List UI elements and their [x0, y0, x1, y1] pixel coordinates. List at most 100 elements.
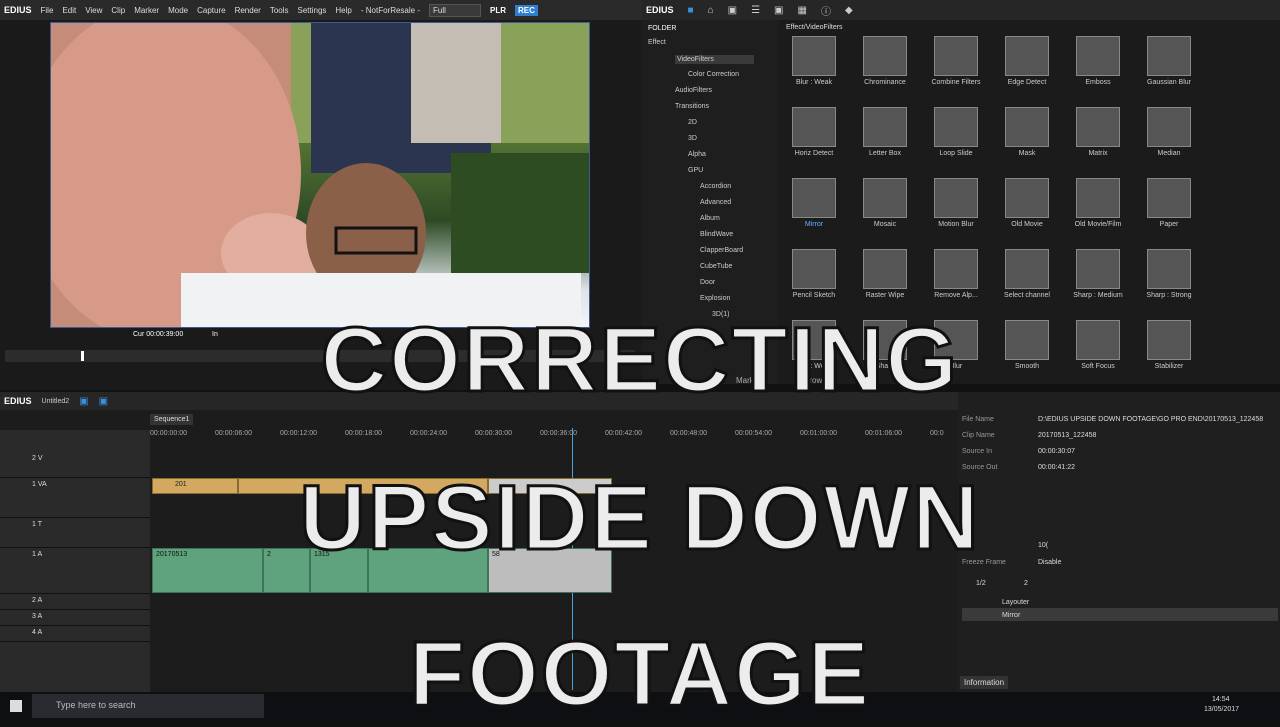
new-bin-icon[interactable]: ▣: [728, 5, 737, 16]
folder-item[interactable]: AudioFilters: [675, 87, 712, 94]
effect-thumbnail[interactable]: [1076, 107, 1120, 147]
folder-item[interactable]: Accordion: [700, 183, 731, 190]
info-value: 20170513_122458: [1038, 432, 1097, 439]
effect-label: Median: [1157, 150, 1181, 157]
menu-marker[interactable]: Marker: [134, 6, 159, 15]
effect-label: Emboss: [1085, 79, 1111, 86]
timeline-ruler[interactable]: 00:00:00:00 00:00:06:00 00:00:12:00 00:00:1…: [150, 428, 950, 442]
folder-item[interactable]: Advanced: [700, 199, 731, 206]
menu-edit[interactable]: Edit: [62, 6, 76, 15]
effect-thumbnail[interactable]: [792, 178, 836, 218]
home-icon[interactable]: ⌂: [708, 5, 714, 16]
effect-thumbnail[interactable]: [863, 178, 907, 218]
effect-thumbnail[interactable]: [1076, 36, 1120, 76]
effect-thumbnail[interactable]: [863, 249, 907, 289]
menu-mode[interactable]: Mode: [168, 6, 188, 15]
effect-thumbnail[interactable]: [934, 249, 978, 289]
menu-clip[interactable]: Clip: [111, 6, 125, 15]
menu-capture[interactable]: Capture: [197, 6, 225, 15]
menu-bar: EDIUS File Edit View Clip Marker Mode Capture R…: [0, 0, 642, 20]
overlay-line-1: CORRECTING: [319, 308, 960, 413]
effect-thumbnail[interactable]: [1005, 178, 1049, 218]
effect-label: Sharp : Strong: [1146, 292, 1192, 299]
effect-thumbnail[interactable]: [1076, 178, 1120, 218]
effect-label: Horiz Detect: [794, 150, 834, 157]
filter-count-2: 2: [1024, 580, 1028, 587]
effect-thumbnail[interactable]: [792, 249, 836, 289]
menu-help[interactable]: Help: [335, 6, 351, 15]
folder-item[interactable]: Color Correction: [688, 71, 739, 78]
effect-thumbnail[interactable]: [863, 36, 907, 76]
effect-thumbnail[interactable]: [863, 107, 907, 147]
effect-thumbnail[interactable]: [934, 36, 978, 76]
menu-file[interactable]: File: [41, 6, 54, 15]
track-header[interactable]: 2 A: [0, 594, 150, 610]
quality-dropdown[interactable]: Full: [428, 3, 481, 17]
folder-item[interactable]: GPU: [688, 167, 703, 174]
trash-icon[interactable]: ▣: [774, 5, 783, 16]
ruler-tick: 00:00:18:00: [345, 430, 382, 437]
folder-item[interactable]: CubeTube: [700, 263, 732, 270]
folder-item[interactable]: 3D: [688, 135, 697, 142]
info-key: File Name: [962, 416, 994, 423]
folder-item[interactable]: Effect: [648, 39, 666, 46]
folder-item[interactable]: Explosion: [700, 295, 730, 302]
menu-tools[interactable]: Tools: [270, 6, 289, 15]
info-value: 00:00:30:07: [1038, 448, 1075, 455]
menu-view[interactable]: View: [85, 6, 102, 15]
effect-label: Mosaic: [873, 221, 897, 228]
effect-label: Motion Blur: [938, 221, 974, 228]
ruler-tick: 00:00:48:00: [670, 430, 707, 437]
effect-label: Mask: [1018, 150, 1036, 157]
effect-thumbnail[interactable]: [1005, 36, 1049, 76]
info-key: Source In: [962, 448, 992, 455]
folder-item[interactable]: Door: [700, 279, 715, 286]
effect-thumbnail[interactable]: [1005, 107, 1049, 147]
info-icon[interactable]: ⓘ: [821, 3, 831, 18]
effect-thumbnail[interactable]: [934, 178, 978, 218]
effect-label: Old Movie: [1011, 221, 1043, 228]
folder-item[interactable]: Album: [700, 215, 720, 222]
effect-thumbnail[interactable]: [1147, 36, 1191, 76]
effect-label: Old Movie/Film: [1074, 221, 1122, 228]
folder-icon[interactable]: ■: [688, 5, 694, 16]
effect-label: Mirror: [804, 221, 824, 228]
overlay-line-2: UPSIDE DOWN: [298, 466, 981, 571]
effect-thumbnail[interactable]: [1005, 249, 1049, 289]
filter-count: 1/2: [976, 580, 986, 587]
grid-icon[interactable]: ▦: [797, 5, 806, 16]
folder-item[interactable]: VideoFilters: [675, 55, 754, 64]
filter-layouter[interactable]: Layouter: [1002, 599, 1029, 606]
folder-item[interactable]: Alpha: [688, 151, 706, 158]
lock-icon[interactable]: ◆: [845, 5, 853, 16]
info-value: D:\EDIUS UPSIDE DOWN FOOTAGE\GO PRO END\…: [1038, 416, 1264, 423]
effect-thumbnail[interactable]: [1147, 107, 1191, 147]
plr-label[interactable]: PLR: [490, 6, 506, 15]
effect-label: Matrix: [1088, 150, 1108, 157]
folder-item[interactable]: 2D: [688, 119, 697, 126]
effect-label: Chrominance: [864, 79, 906, 86]
effect-thumbnail[interactable]: [1147, 249, 1191, 289]
effect-label: Raster Wipe: [865, 292, 905, 299]
ruler-tick: 00:0: [930, 430, 944, 437]
ruler-tick: 00:00:06:00: [215, 430, 252, 437]
effect-thumbnail[interactable]: [1147, 178, 1191, 218]
menu-settings[interactable]: Settings: [298, 6, 327, 15]
effect-thumbnail[interactable]: [792, 36, 836, 76]
effect-label: Blur : Weak: [795, 79, 833, 86]
menu-render[interactable]: Render: [235, 6, 261, 15]
folder-item[interactable]: BlindWave: [700, 231, 733, 238]
effect-thumbnail[interactable]: [1076, 249, 1120, 289]
effect-label: Sharp : Medium: [1073, 292, 1123, 299]
rec-button[interactable]: REC: [514, 4, 538, 16]
tab-sequence1[interactable]: Sequence1: [150, 414, 194, 425]
folder-item[interactable]: Transitions: [675, 103, 709, 110]
list-icon[interactable]: ☰: [751, 5, 760, 16]
effect-label: Gaussian Blur: [1147, 79, 1191, 86]
effect-thumbnail[interactable]: [934, 107, 978, 147]
effect-thumbnail[interactable]: [792, 107, 836, 147]
filter-mirror[interactable]: Mirror: [1002, 612, 1020, 619]
ruler-tick: 00:00:30:00: [475, 430, 512, 437]
folder-item[interactable]: ClapperBoard: [700, 247, 743, 254]
effect-label: Edge Detect: [1007, 79, 1047, 86]
